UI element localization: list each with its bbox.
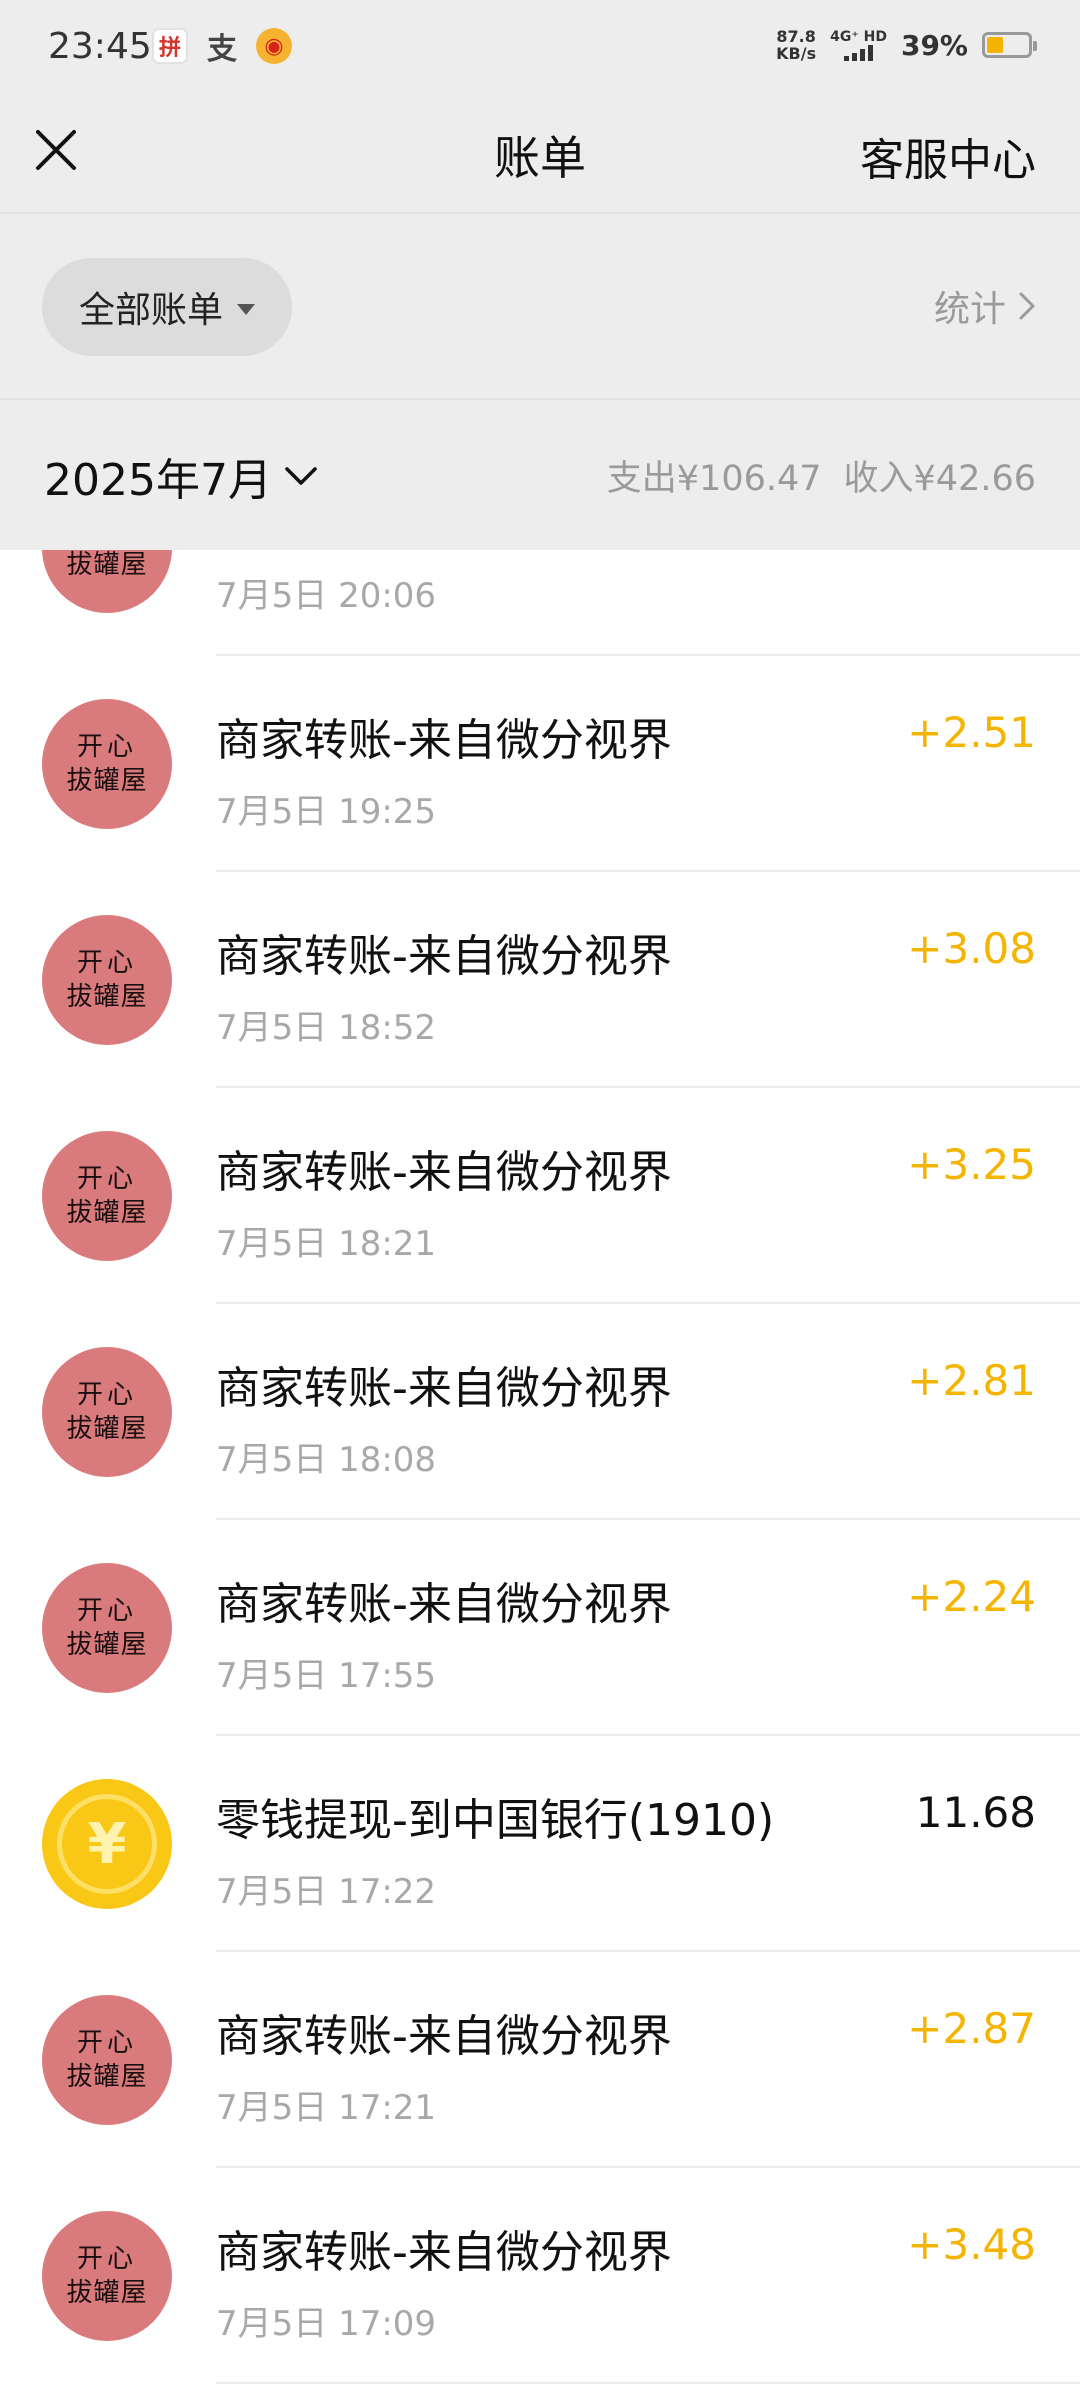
filter-bar: 全部账单 统计: [0, 214, 1080, 398]
merchant-avatar: 开心 拔罐屋: [42, 1131, 172, 1261]
transaction-title: 商家转账-来自微分视界: [216, 931, 672, 982]
month-label: 2025年7月: [44, 455, 272, 506]
stats-button[interactable]: 统计: [934, 280, 1036, 332]
stats-label: 统计: [933, 289, 1006, 330]
transaction-amount: +2.81: [907, 1356, 1036, 1405]
month-header: 2025年7月 支出¥106.47 收入¥42.66: [0, 398, 1080, 550]
transaction-title: 商家转账-来自微分视界: [216, 715, 672, 766]
all-bills-dropdown[interactable]: 全部账单: [42, 258, 292, 356]
transaction-amount: +3.48: [907, 2220, 1036, 2269]
transaction-title: 商家转账-来自微分视界: [216, 2227, 672, 2278]
month-summary: 支出¥106.47 收入¥42.66: [607, 450, 1036, 501]
transaction-time: 7月5日 18:21: [216, 1224, 437, 1264]
status-right: 87.8 KB/s 4G⁺ HD 39%: [776, 27, 1037, 63]
transaction-amount: +2.24: [907, 1572, 1036, 1621]
alipay-icon: 支: [207, 32, 237, 67]
transaction-time: 7月5日 17:09: [216, 2304, 437, 2344]
chevron-right-icon: [1019, 292, 1035, 320]
customer-service-button[interactable]: 客服中心: [860, 124, 1036, 188]
income-summary: 收入¥42.66: [843, 459, 1036, 499]
merchant-avatar: 开心 拔罐屋: [42, 915, 172, 1045]
battery-icon: [982, 32, 1037, 58]
transaction-time: 7月5日 18:08: [216, 1440, 437, 1480]
all-bills-label: 全部账单: [78, 290, 223, 331]
transaction-row[interactable]: 开心 拔罐屋 商家转账-来自微分视界 7月5日 18:21 +3.25: [0, 1088, 1080, 1304]
transaction-title: 商家转账-来自微分视界: [216, 1147, 672, 1198]
status-time: 23:45: [48, 26, 152, 67]
merchant-avatar: 开心 拔罐屋: [42, 699, 172, 829]
transaction-list[interactable]: 开心 拔罐屋 7月5日 20:06 开心 拔罐屋商家转账-来自微分视界 7月5日…: [0, 550, 1080, 2400]
merchant-avatar: 开心 拔罐屋: [42, 1347, 172, 1477]
status-bar: 23:45 拼 支 ◉ 87.8 KB/s 4G⁺ HD 39%: [0, 0, 1080, 100]
merchant-avatar: 开心 拔罐屋: [42, 2211, 172, 2341]
nav-bar: 账单 客服中心: [0, 100, 1080, 214]
transaction-row[interactable]: 开心 拔罐屋 商家转账-来自微分视界 7月5日 19:25 +2.51: [0, 656, 1080, 872]
notification-icons: 拼 支 ◉: [152, 28, 292, 67]
caret-down-icon: [237, 303, 255, 315]
yuan-symbol: ¥: [57, 1794, 157, 1894]
transaction-amount: +2.87: [907, 2004, 1036, 2053]
transaction-amount: +3.25: [907, 1140, 1036, 1189]
battery-percent: 39%: [900, 28, 968, 62]
expense-summary: 支出¥106.47: [606, 459, 822, 499]
transaction-title: 零钱提现-到中国银行(1910): [216, 1795, 775, 1846]
transaction-title: 商家转账-来自微分视界: [216, 2011, 672, 2062]
transaction-amount: 11.68: [915, 1788, 1036, 1837]
transaction-row[interactable]: 开心 拔罐屋 商家转账-来自微分视界 7月5日 18:08 +2.81: [0, 1304, 1080, 1520]
transaction-title: 商家转账-来自微分视界: [216, 1579, 672, 1630]
chevron-down-icon: [285, 467, 317, 485]
yuan-coin-icon: ¥: [42, 1779, 172, 1909]
signal-icon: 4G⁺ HD: [830, 29, 887, 61]
transaction-amount: +2.51: [907, 708, 1036, 757]
transaction-row[interactable]: 开心 拔罐屋 7月5日 20:06: [0, 550, 1080, 656]
merchant-avatar: 开心 拔罐屋: [42, 1995, 172, 2125]
merchant-avatar: 开心 拔罐屋: [42, 1563, 172, 1693]
transaction-row[interactable]: ¥ 零钱提现-到中国银行(1910) 7月5日 17:22 11.68: [0, 1736, 1080, 1952]
transaction-title: 商家转账-来自微分视界: [216, 1363, 672, 1414]
transaction-time: 7月5日 17:22: [216, 1872, 437, 1912]
transaction-time: 7月5日 19:25: [216, 792, 437, 832]
transaction-row[interactable]: 开心 拔罐屋 商家转账-来自微分视界 7月5日 17:09 +3.48: [0, 2168, 1080, 2384]
transaction-row[interactable]: 开心 拔罐屋 商家转账-来自微分视界 7月5日 17:21 +2.87: [0, 1952, 1080, 2168]
transaction-time: 7月5日 18:52: [216, 1008, 437, 1048]
month-selector[interactable]: 2025年7月: [44, 444, 318, 508]
weibo-icon: ◉: [256, 28, 292, 64]
merchant-avatar: 开心 拔罐屋: [42, 550, 172, 613]
transaction-amount: +3.08: [907, 924, 1036, 973]
transaction-row[interactable]: 开心 拔罐屋 商家转账-来自微分视界 7月5日 18:52 +3.08: [0, 872, 1080, 1088]
pdd-icon: 拼: [152, 28, 188, 64]
transaction-time: 7月5日 17:21: [216, 2088, 437, 2128]
transaction-time: 7月5日 17:55: [216, 1656, 437, 1696]
transaction-row[interactable]: 开心 拔罐屋 商家转账-来自微分视界 7月5日 17:55 +2.24: [0, 1520, 1080, 1736]
network-speed: 87.8 KB/s: [776, 27, 817, 63]
transaction-time: 7月5日 20:06: [216, 576, 437, 616]
